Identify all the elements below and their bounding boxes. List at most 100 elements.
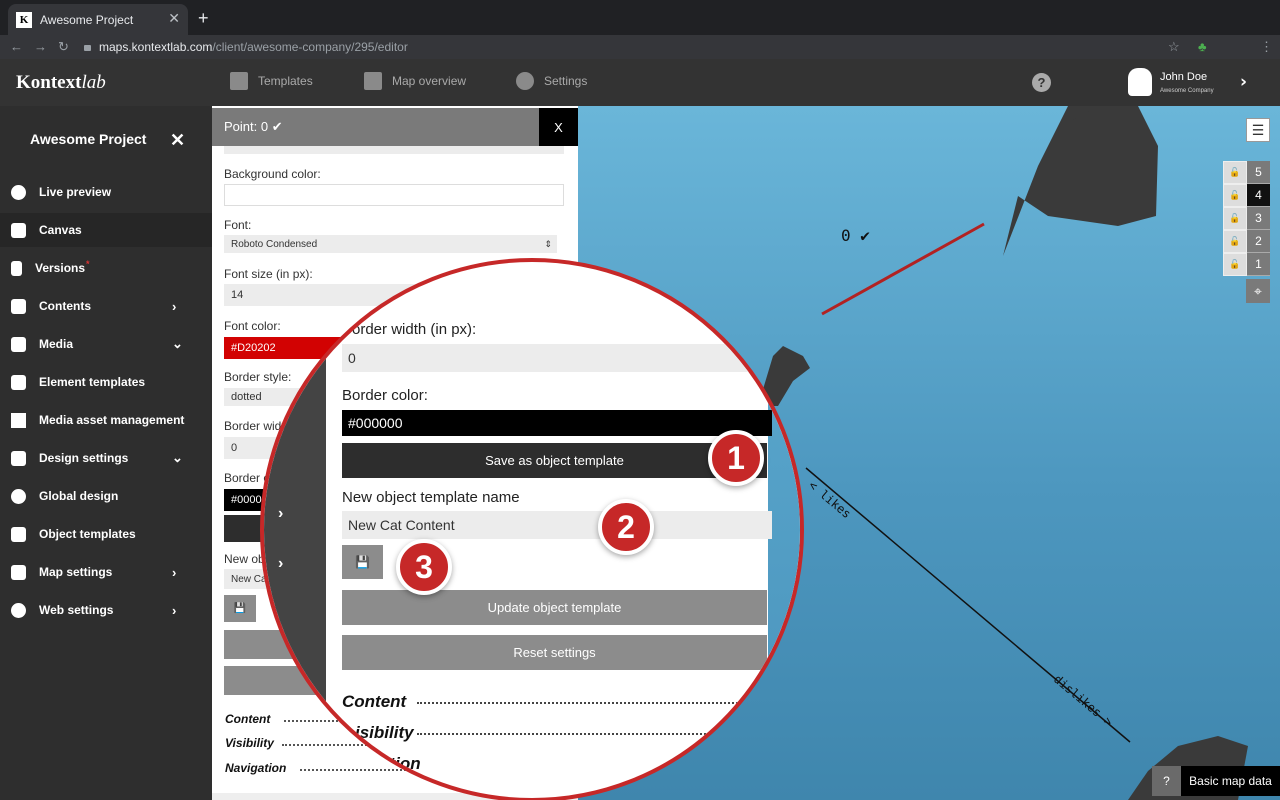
zoom-magnifier: › › Border width (in px): 0 Border color…: [260, 258, 804, 800]
panel-title: Point: 0 ✔: [212, 108, 539, 146]
user-company: Awesome Company: [1160, 88, 1214, 94]
chevron-down-icon: ⌄: [172, 450, 183, 465]
zoom-side-strip: [264, 262, 326, 798]
close-panel-button[interactable]: X: [539, 108, 578, 146]
nav-label: Map overview: [392, 74, 467, 88]
sidebar-item-map-settings[interactable]: Map settings ›: [0, 555, 212, 589]
palette-icon: [11, 488, 26, 504]
map-point-label[interactable]: 0 ✔: [841, 226, 870, 245]
new-tab-icon[interactable]: +: [198, 8, 209, 29]
app-header: Kontextlab Templates Map overview Settin…: [0, 59, 1280, 106]
chevron-right-icon: ›: [172, 602, 177, 618]
save-template-name-button[interactable]: 💾: [224, 595, 256, 622]
basic-map-data-button[interactable]: Basic map data: [1181, 766, 1280, 796]
zoom-section-visibility[interactable]: isibility: [355, 723, 414, 743]
layer-3[interactable]: 🔓 3: [1223, 207, 1270, 230]
unsaved-marker: *: [86, 259, 90, 269]
font-select[interactable]: Roboto Condensed ⇕: [224, 235, 557, 253]
user-menu-chevron-icon[interactable]: ›: [1240, 72, 1247, 92]
zoom-new-template-name-input[interactable]: New Cat Content: [342, 511, 772, 539]
chevron-right-icon[interactable]: ›: [278, 555, 283, 573]
extension-icon[interactable]: ♣: [1198, 39, 1207, 54]
branch-icon: [11, 260, 22, 276]
browser-tab-bar: K Awesome Project ✕ +: [0, 0, 1280, 35]
sidebar-item-canvas[interactable]: Canvas: [0, 213, 212, 247]
sidebar-item-media-asset-management[interactable]: Media asset management: [0, 403, 212, 437]
grid-icon: [11, 412, 26, 428]
zoom-section-navigation[interactable]: ation: [380, 754, 421, 774]
zoom-section-content[interactable]: Content: [342, 692, 406, 712]
sidebar-item-versions[interactable]: Versions *: [0, 251, 212, 285]
folder-icon: [11, 298, 26, 314]
brush-icon: [11, 450, 26, 466]
back-icon[interactable]: ←: [10, 39, 23, 54]
layer-2[interactable]: 🔓 2: [1223, 230, 1270, 253]
step-badge-3: 3: [396, 539, 452, 595]
nav-templates[interactable]: Templates: [230, 72, 313, 90]
project-title: Awesome Project: [30, 131, 147, 147]
nav-label: Templates: [258, 74, 313, 88]
sidebar-item-element-templates[interactable]: Element templates: [0, 365, 212, 399]
zoom-border-width-input[interactable]: 0: [342, 344, 772, 372]
map-help-button[interactable]: ?: [1152, 766, 1181, 796]
font-label: Font:: [224, 218, 252, 232]
reload-icon[interactable]: ↻: [58, 39, 69, 55]
edit-icon: [11, 222, 26, 238]
background-color-input[interactable]: [224, 184, 564, 206]
zoom-update-object-template-button[interactable]: Update object template: [342, 590, 767, 625]
browser-tab[interactable]: K Awesome Project ✕: [8, 4, 188, 35]
step-badge-2: 2: [598, 499, 654, 555]
sidebar-item-global-design[interactable]: Global design: [0, 479, 212, 513]
nav-map-overview[interactable]: Map overview: [364, 72, 466, 90]
map-icon: [11, 564, 26, 580]
lock-icon: [84, 45, 91, 51]
map-menu-icon[interactable]: ☰: [1246, 118, 1270, 142]
lock-icon[interactable]: 🔓: [1223, 230, 1247, 253]
sidebar-item-contents[interactable]: Contents ›: [0, 289, 212, 323]
lock-icon[interactable]: 🔓: [1223, 207, 1247, 230]
help-icon[interactable]: ?: [1032, 73, 1051, 92]
layer-4[interactable]: 🔓 4: [1223, 184, 1270, 207]
close-tab-icon[interactable]: ✕: [168, 10, 180, 27]
templates-icon: [230, 72, 248, 90]
globe-icon: [11, 602, 26, 618]
zoom-save-name-button[interactable]: 💾: [342, 545, 383, 579]
browser-menu-icon[interactable]: ⋮: [1260, 39, 1273, 55]
url-field[interactable]: maps.kontextlab.com /client/awesome-comp…: [84, 37, 1194, 57]
close-sidebar-icon[interactable]: ✕: [170, 130, 185, 151]
layer-1[interactable]: 🔓 1: [1223, 253, 1270, 276]
sidebar-item-object-templates[interactable]: Object templates: [0, 517, 212, 551]
lock-icon[interactable]: 🔓: [1223, 161, 1247, 184]
zoom-save-as-object-template-button[interactable]: Save as object template: [342, 443, 767, 478]
chevron-right-icon[interactable]: ›: [278, 505, 283, 523]
lock-icon[interactable]: 🔓: [1223, 253, 1247, 276]
sidebar-item-design-settings[interactable]: Design settings ⌄: [0, 441, 212, 475]
object-icon: [11, 526, 26, 542]
sidebar-item-media[interactable]: Media ⌄: [0, 327, 212, 361]
border-color-label: Border c: [224, 471, 270, 485]
nav-settings[interactable]: Settings: [516, 72, 587, 90]
sidebar-item-web-settings[interactable]: Web settings ›: [0, 593, 212, 627]
zoom-reset-settings-button[interactable]: Reset settings: [342, 635, 767, 670]
url-host: maps.kontextlab.com: [99, 40, 213, 54]
bookmark-star-icon[interactable]: ☆: [1168, 39, 1180, 55]
chevron-down-icon: ⌄: [172, 336, 183, 351]
floppy-disk-icon: 💾: [233, 603, 247, 614]
forward-icon[interactable]: →: [34, 39, 47, 54]
crosshair-icon[interactable]: ⌖: [1246, 279, 1270, 303]
background-color-label: Background color:: [224, 167, 321, 181]
zoom-border-color-input[interactable]: #000000: [342, 410, 772, 436]
layer-5[interactable]: 🔓 5: [1223, 161, 1270, 184]
media-icon: [11, 336, 26, 352]
zoom-new-template-name-label: New object template name: [342, 489, 520, 506]
tab-title: Awesome Project: [40, 12, 134, 27]
select-arrows-icon: ⇕: [544, 238, 552, 249]
step-badge-1: 1: [708, 430, 764, 486]
sidebar-item-live-preview[interactable]: Live preview: [0, 175, 212, 209]
section-divider: [417, 702, 757, 704]
user-avatar[interactable]: [1128, 68, 1152, 96]
section-divider: [417, 733, 757, 735]
address-bar: ← → ↻ maps.kontextlab.com /client/awesom…: [0, 35, 1280, 89]
kontextlab-logo[interactable]: Kontextlab: [16, 72, 106, 94]
lock-icon[interactable]: 🔓: [1223, 184, 1247, 207]
